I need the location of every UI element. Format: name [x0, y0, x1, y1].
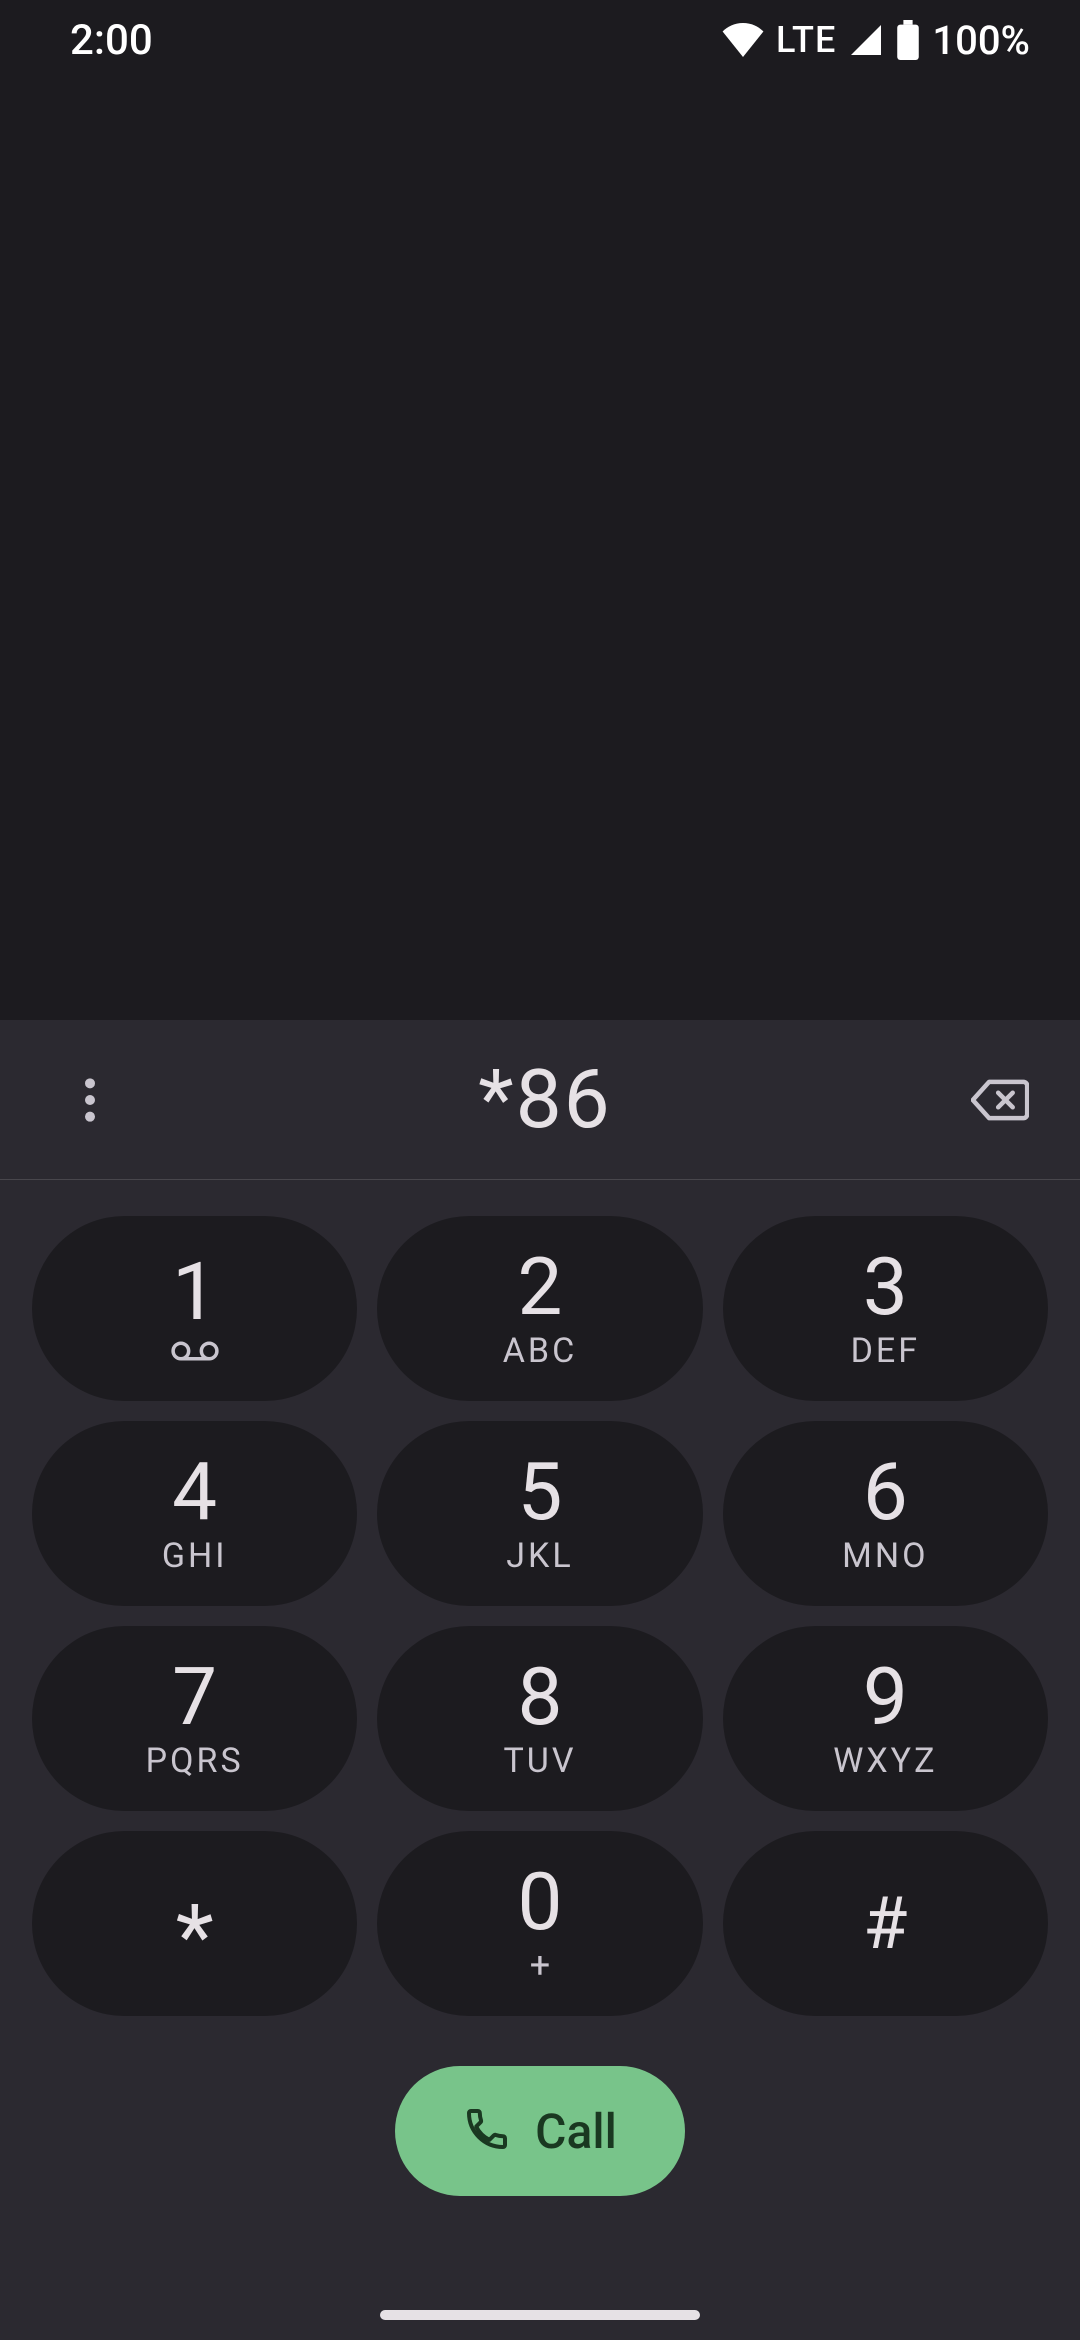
- key-7[interactable]: 7 PQRS: [32, 1626, 357, 1811]
- key-digit: 9: [863, 1657, 908, 1737]
- key-4[interactable]: 4 GHI: [32, 1421, 357, 1606]
- cellular-signal-icon: [848, 22, 884, 58]
- key-6[interactable]: 6 MNO: [723, 1421, 1048, 1606]
- key-letters: PQRS: [146, 1741, 244, 1781]
- key-digit: 0: [518, 1862, 563, 1942]
- backspace-icon: [971, 1078, 1029, 1122]
- key-letters: GHI: [162, 1536, 228, 1576]
- dialed-number-display[interactable]: *86: [120, 1052, 970, 1148]
- keypad: 1 2 ABC 3 DEF 4 GHI 5 JKL 6 MNO 7 PQRS: [0, 1180, 1080, 2016]
- call-button[interactable]: Call: [395, 2066, 685, 2196]
- status-time: 2:00: [70, 16, 153, 65]
- more-vert-icon: [85, 1078, 95, 1122]
- status-bar: 2:00 LTE 100%: [0, 0, 1080, 80]
- key-star[interactable]: *: [32, 1831, 357, 2016]
- key-letters: TUV: [504, 1741, 577, 1781]
- key-digit: 8: [518, 1657, 563, 1737]
- key-digit: 7: [172, 1657, 217, 1737]
- key-letters: WXYZ: [833, 1741, 937, 1781]
- network-type-label: LTE: [776, 19, 836, 61]
- key-digit: *: [176, 1866, 214, 1982]
- more-options-button[interactable]: [60, 1070, 120, 1130]
- call-button-row: Call: [0, 2066, 1080, 2196]
- key-digit: 2: [518, 1247, 563, 1327]
- number-display-row: *86: [0, 1020, 1080, 1180]
- upper-empty-area: [0, 80, 1080, 1020]
- dialer-panel: *86 1 2 ABC 3 DEF 4 GHI 5 JKL: [0, 1020, 1080, 2340]
- wifi-icon: [722, 23, 764, 57]
- key-letters: +: [530, 1944, 550, 1986]
- key-letters: ABC: [503, 1331, 578, 1371]
- battery-percent: 100%: [932, 17, 1030, 64]
- key-8[interactable]: 8 TUV: [377, 1626, 702, 1811]
- key-letters: MNO: [842, 1536, 928, 1576]
- backspace-button[interactable]: [970, 1070, 1030, 1130]
- voicemail-icon: [171, 1340, 219, 1366]
- key-5[interactable]: 5 JKL: [377, 1421, 702, 1606]
- key-digit: 1: [172, 1252, 217, 1332]
- call-label: Call: [535, 2103, 617, 2160]
- key-digit: 3: [863, 1247, 908, 1327]
- key-0[interactable]: 0 +: [377, 1831, 702, 2016]
- status-right: LTE 100%: [722, 17, 1030, 64]
- key-digit: 4: [172, 1452, 217, 1532]
- key-1[interactable]: 1: [32, 1216, 357, 1401]
- key-digit: #: [863, 1881, 907, 1966]
- key-pound[interactable]: #: [723, 1831, 1048, 2016]
- key-9[interactable]: 9 WXYZ: [723, 1626, 1048, 1811]
- key-letters: DEF: [851, 1331, 920, 1371]
- battery-icon: [896, 20, 920, 60]
- key-2[interactable]: 2 ABC: [377, 1216, 702, 1401]
- key-letters: JKL: [506, 1536, 573, 1576]
- key-3[interactable]: 3 DEF: [723, 1216, 1048, 1401]
- key-digit: 6: [863, 1452, 908, 1532]
- phone-icon: [463, 2105, 511, 2157]
- navigation-handle[interactable]: [380, 2310, 700, 2320]
- key-digit: 5: [518, 1452, 563, 1532]
